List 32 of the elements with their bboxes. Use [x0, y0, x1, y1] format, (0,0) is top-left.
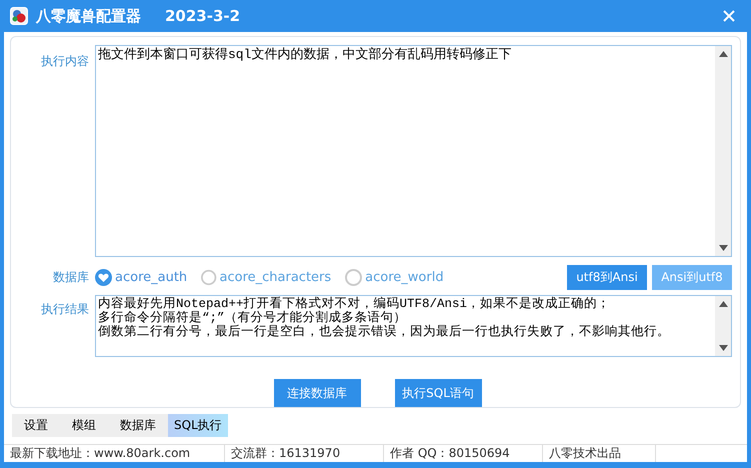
- field-label: 数据库: [52, 268, 90, 286]
- status-text: 最新下载地址：www.80ark.com: [4, 445, 225, 462]
- scroll-down-arrow-icon: [718, 245, 728, 251]
- database-radio[interactable]: acore_characters: [201, 268, 332, 286]
- database-radio[interactable]: acore_auth: [95, 268, 188, 286]
- scrollbar[interactable]: [715, 46, 731, 256]
- tab[interactable]: SQL执行: [168, 414, 228, 437]
- app-icon: [10, 7, 28, 25]
- tab[interactable]: 数据库: [108, 414, 168, 437]
- field-label: 执行内容: [40, 53, 90, 70]
- scroll-up-arrow-icon: [718, 301, 728, 307]
- window-title: 八零魔兽配置器: [36, 6, 141, 26]
- tab[interactable]: 模组: [60, 414, 108, 437]
- result-line: 内容最好先用Notepad++打开看下格式对不对，编码UTF8/Ansi，如果不是改成正确的；: [98, 297, 612, 311]
- result-text-area[interactable]: 内容最好先用Notepad++打开看下格式对不对，编码UTF8/Ansi，如果不是改成正确的； 多行命令分隔符是“;”（有分号才能分割成多条语句） 倒数第二行有分号，最后一行是空白，也会提示错误，因为最后一行也执行失败了，不影响其他行。: [95, 295, 732, 357]
- status-text: 交流群：16131970: [225, 445, 384, 462]
- content-text-area[interactable]: 拖文件到本窗口可获得sql文件内的数据，中文部分有乱码用转码修正下: [95, 45, 732, 257]
- status-text: 八零技术出品: [543, 445, 656, 462]
- field-label: 执行结果: [40, 301, 90, 318]
- action-button[interactable]: 连接数据库: [274, 379, 360, 407]
- tab[interactable]: 设置: [12, 414, 60, 437]
- database-radio[interactable]: acore_world: [345, 268, 466, 286]
- scroll-down-arrow-icon: [718, 345, 728, 351]
- result-line: 倒数第二行有分号，最后一行是空白，也会提示错误，因为最后一行也执行失败了，不影响其他行。: [98, 325, 671, 339]
- scrollbar[interactable]: [715, 296, 731, 356]
- scroll-up-arrow-icon: [718, 51, 728, 57]
- action-button[interactable]: 执行SQL语句: [394, 379, 482, 407]
- convert-button[interactable]: utf8到Ansi: [567, 264, 647, 290]
- version-label: 2023-3-2: [165, 7, 240, 25]
- result-line: 多行命令分隔符是“;”（有分号才能分割成多条语句）: [98, 311, 408, 325]
- status-text: 作者 QQ：80150694: [384, 445, 543, 462]
- content-text: 拖文件到本窗口可获得sql文件内的数据，中文部分有乱码用转码修正下: [97, 46, 512, 64]
